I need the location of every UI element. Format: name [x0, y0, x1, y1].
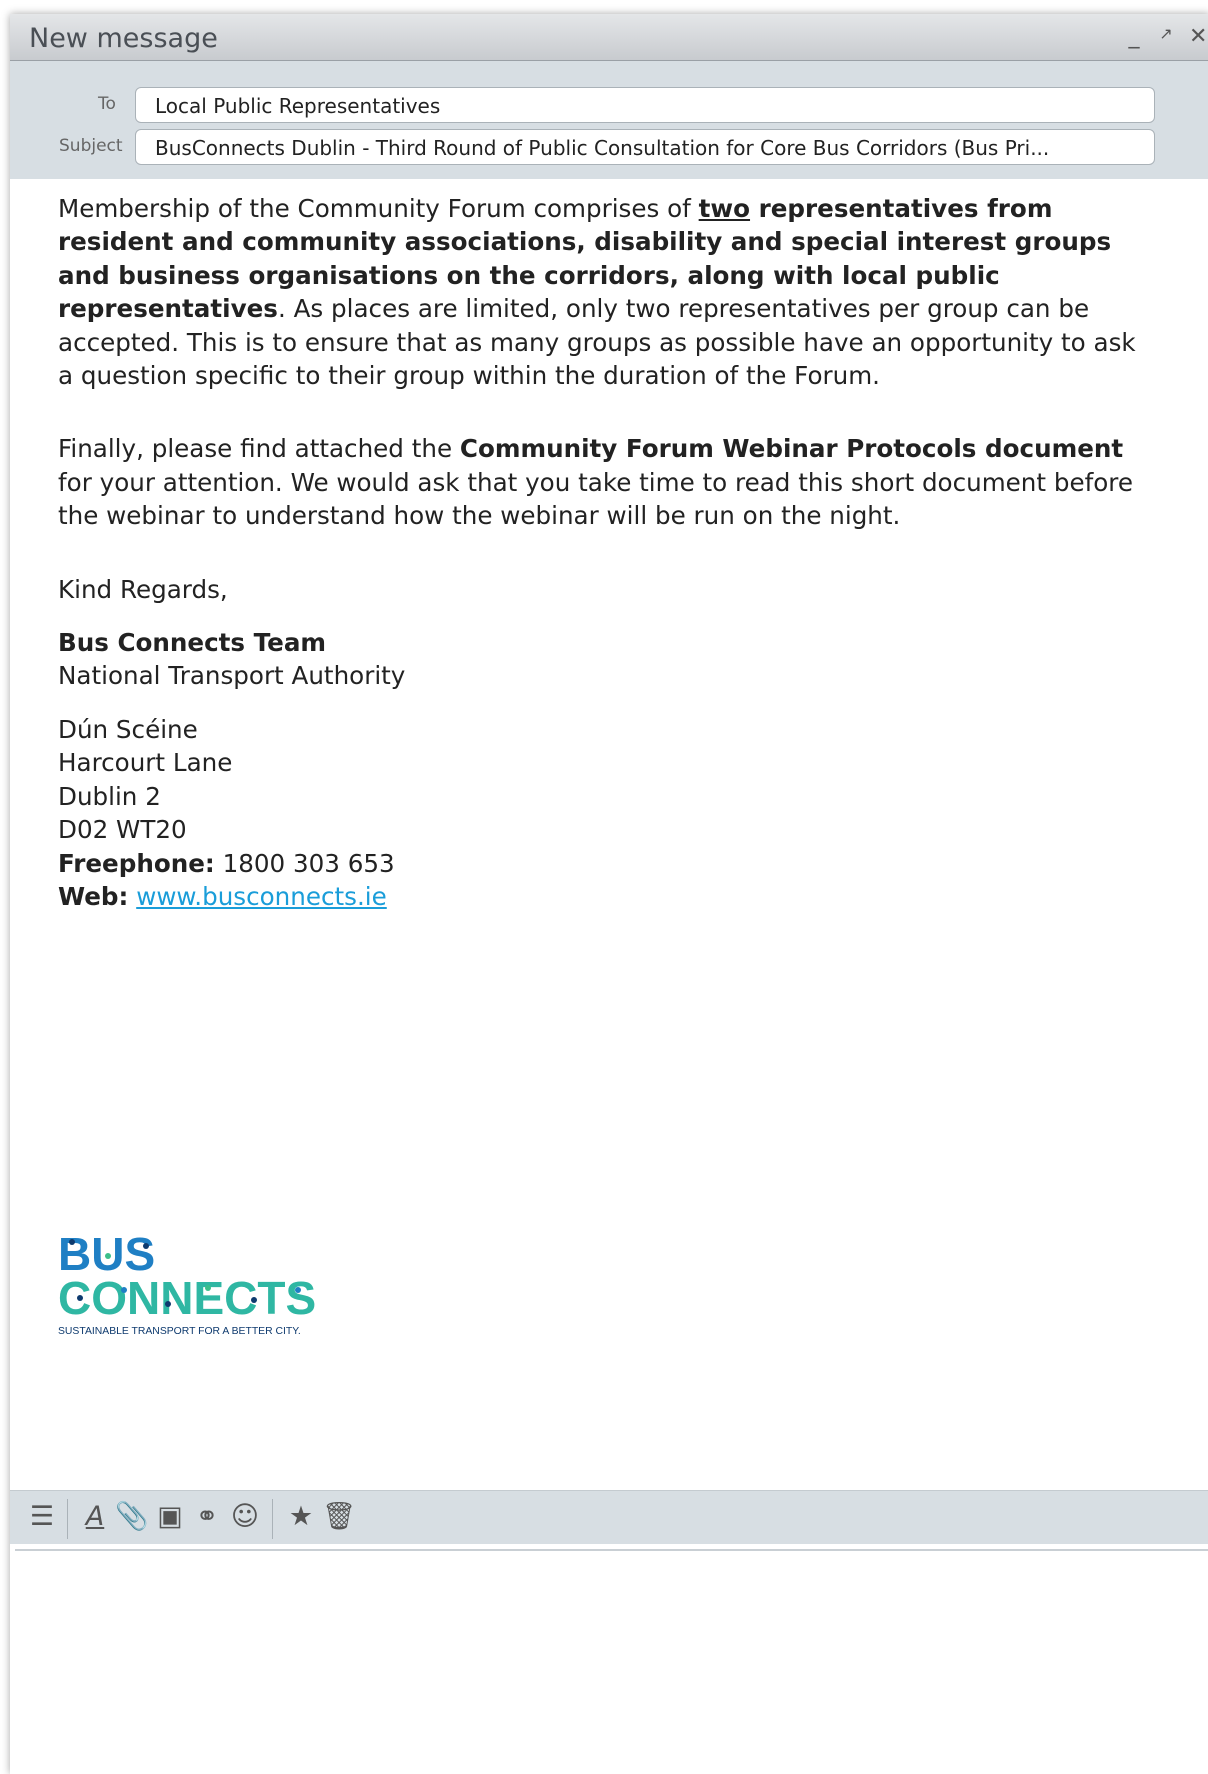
toolbar-separator	[67, 1499, 68, 1539]
paragraph-protocols: Finally, please find attached the Commun…	[58, 432, 1138, 532]
image-icon[interactable]: ▣	[154, 1501, 186, 1533]
subject-label: Subject	[59, 136, 123, 156]
address-line: D02 WT20	[58, 815, 187, 845]
logo-tagline: SUSTAINABLE TRANSPORT FOR A BETTER CITY.	[58, 1326, 301, 1337]
regards: Kind Regards,	[58, 574, 228, 604]
expand-icon[interactable]: ↗	[1157, 24, 1175, 49]
phone-label: Freephone:	[58, 848, 215, 878]
team-name: Bus Connects Team	[58, 628, 327, 658]
web-label: Web:	[58, 881, 129, 911]
subject-field[interactable]: BusConnects Dublin - Third Round of Publ…	[135, 129, 1155, 165]
emoji-icon[interactable]: ☺	[229, 1501, 261, 1533]
address-line: Harcourt Lane	[58, 748, 233, 778]
paragraph-membership: Membership of the Community Forum compri…	[58, 192, 1138, 392]
window-title: New message	[29, 23, 218, 54]
to-label: To	[98, 94, 116, 114]
window-controls: _ ↗ ✕	[1125, 24, 1208, 49]
phone-number: 1800 303 653	[214, 848, 395, 878]
address-line: Dún Scéine	[58, 714, 198, 744]
attachment-icon[interactable]: 📎	[115, 1501, 149, 1533]
toolbar-separator	[272, 1499, 273, 1539]
to-field[interactable]: Local Public Representatives	[135, 87, 1155, 123]
emphasis-two: two	[698, 194, 751, 223]
star-icon[interactable]: ★	[285, 1501, 317, 1533]
menu-icon[interactable]: ☰	[26, 1501, 58, 1533]
text-format-icon[interactable]: A	[79, 1501, 111, 1533]
web-line: Web: www.busconnects.ie	[58, 880, 1138, 913]
close-icon[interactable]: ✕	[1189, 24, 1207, 49]
link-icon[interactable]: ⚭	[191, 1501, 223, 1533]
minimize-icon[interactable]: _	[1125, 24, 1143, 49]
paragraph-text: Finally, please find attached the	[58, 434, 460, 464]
address-line: Dublin 2	[58, 781, 161, 811]
title-bar: New message _ ↗ ✕	[10, 14, 1208, 61]
phone-line: Freephone: 1800 303 653	[58, 847, 1138, 880]
message-body[interactable]: Membership of the Community Forum compri…	[58, 192, 1138, 913]
logo-line-connects: CONNECTS	[58, 1272, 316, 1324]
compose-toolbar: ☰ A 📎 ▣ ⚭ ☺ ★ 🗑	[10, 1490, 1208, 1544]
bold-text: Community Forum Webinar Protocols docume…	[459, 434, 1124, 464]
message-header: To Local Public Representatives Subject …	[10, 61, 1208, 179]
paragraph-text: Membership of the Community Forum compri…	[58, 194, 699, 223]
trash-icon[interactable]: 🗑	[322, 1501, 356, 1533]
website-link[interactable]: www.busconnects.ie	[136, 882, 387, 911]
paragraph-text: for your attention. We would ask that yo…	[58, 467, 1134, 531]
toolbar-bottom-border	[15, 1549, 1208, 1551]
organisation: National Transport Authority	[58, 661, 406, 691]
busconnects-logo: BUS CONNECTS SUSTAINABLE TRANSPORT FOR A…	[58, 1228, 358, 1342]
